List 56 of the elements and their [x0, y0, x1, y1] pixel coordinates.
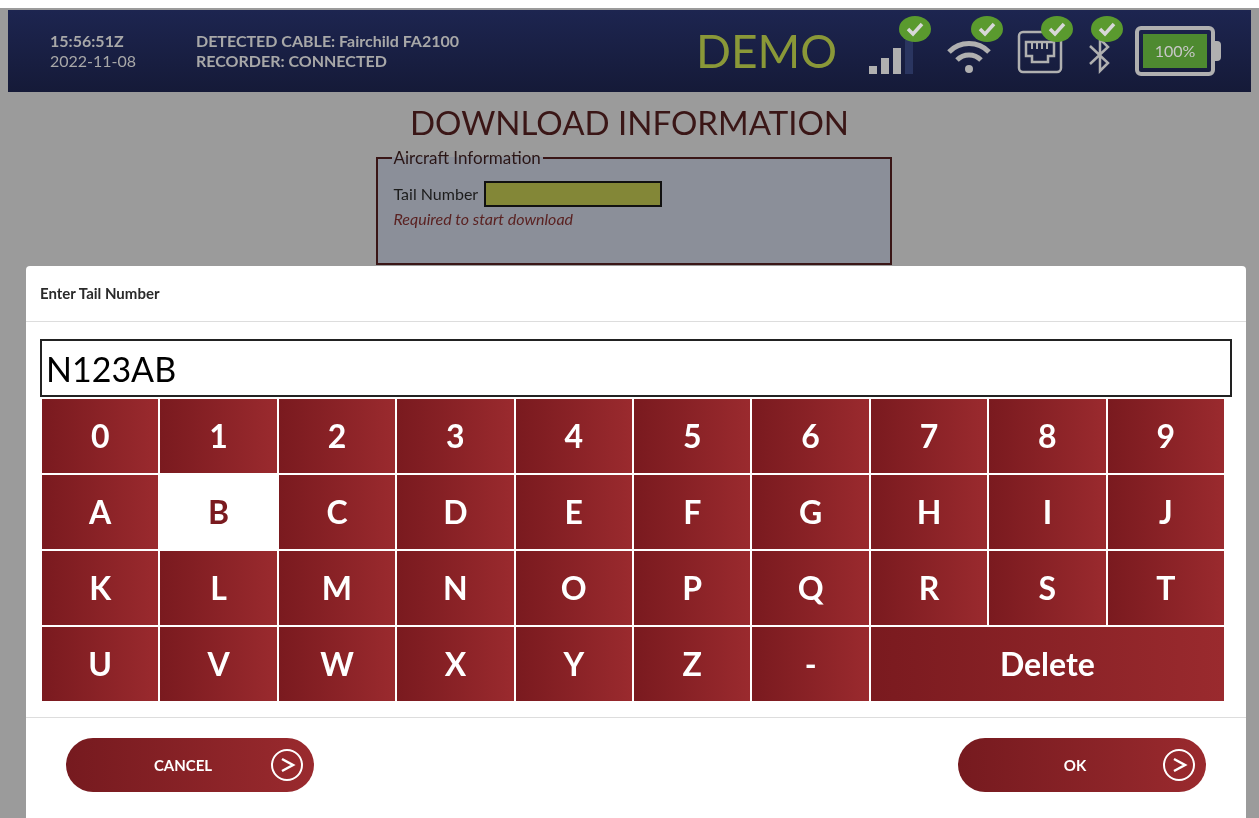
keyboard-key[interactable]: I — [989, 475, 1106, 549]
keyboard-key[interactable]: T — [1107, 551, 1224, 625]
keyboard-key[interactable]: Delete — [870, 627, 1224, 701]
tail-number-input[interactable]: N123AB — [40, 339, 1232, 397]
keyboard-key[interactable]: Y — [515, 627, 632, 701]
keyboard-key[interactable]: O — [515, 551, 632, 625]
keyboard-key[interactable]: U — [42, 627, 159, 701]
keyboard-key[interactable]: J — [1107, 475, 1224, 549]
keyboard-key[interactable]: G — [752, 475, 869, 549]
cable-status-text: DETECTED CABLE: Fairchild FA2100 — [196, 31, 460, 51]
keyboard-key[interactable]: F — [634, 475, 751, 549]
keyboard-key[interactable]: W — [278, 627, 396, 701]
keyboard-key[interactable]: D — [397, 475, 514, 549]
required-hint-text: Required to start download — [393, 207, 575, 230]
dialog-button[interactable]: CANCEL — [66, 738, 314, 792]
keyboard-key[interactable]: 7 — [870, 399, 988, 473]
time-text: 15:56:51Z — [50, 31, 125, 51]
date-text: 2022-11-08 — [50, 51, 138, 71]
battery-percent-text: 100% — [1154, 40, 1196, 62]
keyboard-key[interactable]: 3 — [397, 399, 514, 473]
keyboard-key[interactable]: E — [515, 475, 632, 549]
keyboard-key[interactable]: C — [278, 475, 396, 549]
keyboard-key[interactable]: X — [397, 627, 514, 701]
keyboard-key[interactable]: L — [160, 551, 277, 625]
keyboard-key[interactable]: V — [160, 627, 277, 701]
keyboard-key[interactable]: 8 — [989, 399, 1106, 473]
page-title: DOWNLOAD INFORMATION — [410, 102, 849, 144]
chevron-circle-icon — [1162, 748, 1196, 782]
keyboard-key[interactable]: 6 — [752, 399, 869, 473]
panel-legend: Aircraft Information — [391, 145, 543, 171]
keyboard-key[interactable]: 5 — [634, 399, 751, 473]
keyboard-key[interactable]: 0 — [42, 399, 159, 473]
wifi-icon — [945, 38, 993, 74]
field-label: Tail Number — [393, 182, 479, 205]
mode-label: DEMO — [695, 28, 837, 74]
keyboard-key[interactable]: S — [989, 551, 1106, 625]
dialog-title: Enter Tail Number — [40, 283, 160, 305]
keyboard-key[interactable]: A — [42, 475, 159, 549]
keyboard-key[interactable]: - — [752, 627, 869, 701]
keyboard-key[interactable]: 2 — [278, 399, 396, 473]
keyboard-key[interactable]: N — [397, 551, 514, 625]
keyboard-key[interactable]: Q — [752, 551, 869, 625]
keyboard-key[interactable]: R — [870, 551, 988, 625]
keyboard-key[interactable]: H — [870, 475, 988, 549]
keyboard-key[interactable]: K — [42, 551, 159, 625]
keyboard-key[interactable]: M — [278, 551, 396, 625]
ethernet-port-icon — [1017, 30, 1063, 74]
dialog-button[interactable]: OK — [958, 738, 1206, 792]
chevron-circle-icon — [270, 748, 304, 782]
keyboard-key[interactable]: 4 — [515, 399, 632, 473]
tail-number-field[interactable] — [484, 180, 663, 207]
keyboard-key[interactable]: Z — [634, 627, 751, 701]
keyboard-key[interactable]: 1 — [160, 399, 277, 473]
recorder-status-text: RECORDER: CONNECTED — [196, 51, 388, 71]
keyboard-key[interactable]: P — [634, 551, 751, 625]
keyboard-key[interactable]: 9 — [1107, 399, 1224, 473]
